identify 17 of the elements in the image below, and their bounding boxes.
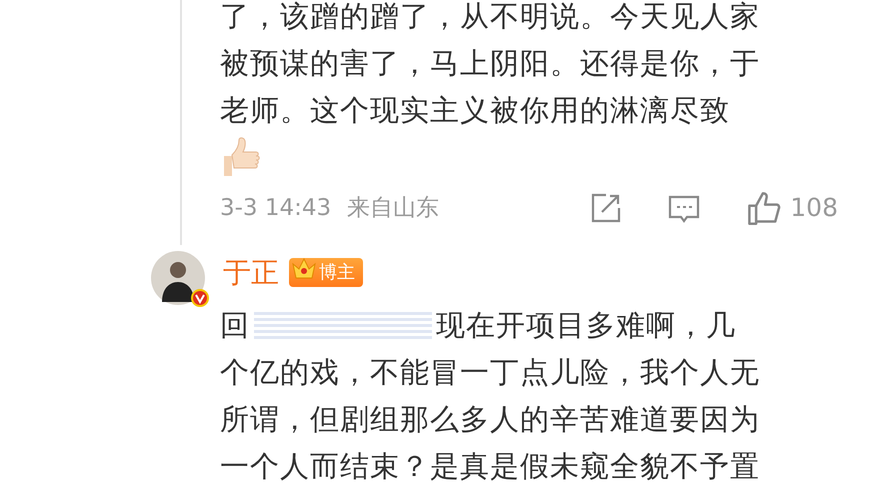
- author-name[interactable]: 于正: [223, 252, 279, 294]
- comment-text: 老师。这个现实主义被你用的淋漓尽致: [220, 93, 730, 127]
- blogger-badge: 博主: [289, 258, 363, 287]
- comment-text: 被预谋的害了，马上阴阳。还得是你，于: [220, 46, 760, 80]
- reply-text: 一个人而结束？是真是假未窥全貌不予置: [220, 449, 760, 483]
- reply-text: 现在开项目多难啊，几: [436, 308, 736, 342]
- like-count: 108: [790, 192, 838, 224]
- comment-time: 3-3 14:43: [220, 194, 332, 223]
- comment-location: 来自山东: [347, 194, 440, 223]
- avatar[interactable]: [150, 250, 206, 306]
- reply-text: 回: [220, 308, 250, 342]
- share-icon[interactable]: [590, 192, 622, 224]
- like-icon[interactable]: [746, 190, 782, 226]
- comment-text: 了，该蹭的蹭了，从不明说。今天见人家: [220, 0, 760, 33]
- crown-icon: [291, 256, 317, 280]
- reply-text: 个亿的戏，不能冒一丁点儿险，我个人无: [220, 355, 760, 389]
- reply-text: 所谓，但剧组那么多人的辛苦难道要因为: [220, 402, 760, 436]
